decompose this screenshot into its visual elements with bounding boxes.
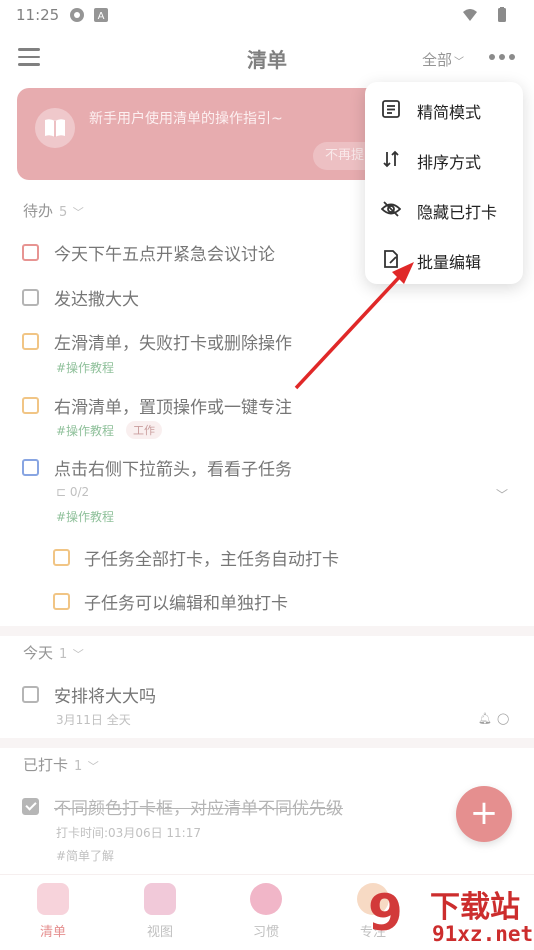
chevron-down-icon: ﹀ <box>69 206 84 219</box>
app-notification-icon <box>70 8 85 22</box>
task-checkbox[interactable] <box>22 686 39 703</box>
task-tag: #操作教程 <box>56 424 115 438</box>
task-checkbox[interactable] <box>22 244 39 261</box>
chevron-down-icon: ﹀ <box>454 57 465 68</box>
watermark-domain: 91xz.net <box>432 922 534 946</box>
task-tag: #操作教程 <box>56 361 115 375</box>
nav-label: 视图 <box>146 925 173 940</box>
section-label: 今天 <box>23 644 54 662</box>
filter-dropdown[interactable]: 全部 ﹀ <box>422 49 464 70</box>
nav-item-list[interactable]: 清单 <box>8 883 98 940</box>
subtask-icon: ⊏ <box>56 485 70 499</box>
donut-icon <box>250 883 282 915</box>
eye-off-icon <box>381 201 401 217</box>
subtask-progress: 0/2 <box>69 485 90 499</box>
subtask-title: 子任务全部打卡，主任务自动打卡 <box>84 550 339 570</box>
task-tag: #简单了解 <box>56 849 115 863</box>
chevron-down-icon: ﹀ <box>84 760 99 773</box>
wifi-icon <box>463 9 477 21</box>
svg-text:A: A <box>98 11 105 22</box>
edit-document-icon <box>384 250 398 268</box>
nav-item-view[interactable]: 视图 <box>115 883 205 940</box>
add-task-button[interactable]: + <box>456 786 512 842</box>
more-options-menu: 精简模式 排序方式 隐藏已打卡 批量编辑 <box>365 82 523 284</box>
section-divider <box>0 738 534 748</box>
task-title: 点击右侧下拉箭头，看看子任务 <box>54 460 292 480</box>
nav-item-habit[interactable]: 习惯 <box>221 883 311 940</box>
task-checkbox[interactable] <box>22 289 39 306</box>
more-options-icon[interactable] <box>489 54 517 62</box>
nav-label: 清单 <box>39 925 66 940</box>
watermark-91-icon: 9 <box>368 884 403 942</box>
menu-item-hide-done[interactable]: 隐藏已打卡 <box>365 184 523 234</box>
status-bar: 11:25 A <box>0 0 534 30</box>
task-title: 右滑清单，置顶操作或一键专注 <box>54 398 292 418</box>
repeat-icon: ◯ <box>497 712 510 725</box>
task-title: 不同颜色打卡框，对应清单不同优先级 <box>54 799 343 819</box>
section-label: 已打卡 <box>23 756 69 774</box>
banner-text: 新手用户使用清单的操作指引~ <box>89 111 283 127</box>
subtask-count: ⊏ 0/2 <box>56 485 89 499</box>
watermark-text: 下载站 <box>430 890 520 925</box>
chevron-down-icon: ﹀ <box>69 648 84 661</box>
task-checkbox[interactable] <box>22 397 39 414</box>
list-icon <box>382 100 400 118</box>
subtask-checkbox[interactable] <box>53 549 70 566</box>
section-count: 5 <box>59 205 68 220</box>
app-header: 清单 全部 ﹀ <box>0 38 534 80</box>
task-checkbox-checked[interactable] <box>22 798 39 815</box>
task-checkbox[interactable] <box>22 459 39 476</box>
subtask-title: 子任务可以编辑和单独打卡 <box>84 594 288 614</box>
section-count: 1 <box>59 647 68 662</box>
task-checkbox[interactable] <box>22 333 39 350</box>
task-title: 今天下午五点开紧急会议讨论 <box>54 245 275 265</box>
section-divider <box>0 626 534 636</box>
task-done-time: 打卡时间:03月06日 11:17 <box>56 826 201 840</box>
task-date: 3月11日 全天 <box>56 713 131 727</box>
task-title: 发达撒大大 <box>54 290 139 310</box>
menu-item-simple-mode[interactable]: 精简模式 <box>365 84 523 134</box>
bell-icon: 🔔︎ <box>478 712 492 725</box>
section-today-header[interactable]: 今天 1 ﹀ <box>0 636 534 670</box>
nav-label: 习惯 <box>252 925 279 940</box>
menu-item-label: 隐藏已打卡 <box>417 203 498 222</box>
filter-label: 全部 <box>422 51 453 69</box>
menu-item-batch-edit[interactable]: 批量编辑 <box>365 234 523 284</box>
status-time: 11:25 <box>16 6 60 24</box>
task-tag: #操作教程 <box>56 510 115 524</box>
chevron-down-icon[interactable]: ﹀ <box>496 486 508 503</box>
battery-icon <box>498 7 506 22</box>
task-title: 左滑清单，失败打卡或删除操作 <box>54 334 292 354</box>
section-label: 待办 <box>23 202 54 220</box>
book-icon <box>35 108 75 148</box>
menu-item-label: 批量编辑 <box>417 253 482 272</box>
menu-item-label: 精简模式 <box>417 103 482 122</box>
task-label-badge: 工作 <box>126 421 162 439</box>
menu-item-label: 排序方式 <box>417 153 482 172</box>
subtask-checkbox[interactable] <box>53 593 70 610</box>
section-done-header[interactable]: 已打卡 1 ﹀ <box>0 748 534 782</box>
task-title: 安排将大大吗 <box>54 687 156 707</box>
gift-icon <box>37 883 69 915</box>
envelope-icon <box>144 883 176 915</box>
menu-item-sort[interactable]: 排序方式 <box>365 134 523 184</box>
sort-icon <box>383 150 399 168</box>
a-notification-icon: A <box>94 8 109 22</box>
section-count: 1 <box>74 759 83 774</box>
watermark-logo: 9 下载站 91xz.net <box>368 878 534 950</box>
